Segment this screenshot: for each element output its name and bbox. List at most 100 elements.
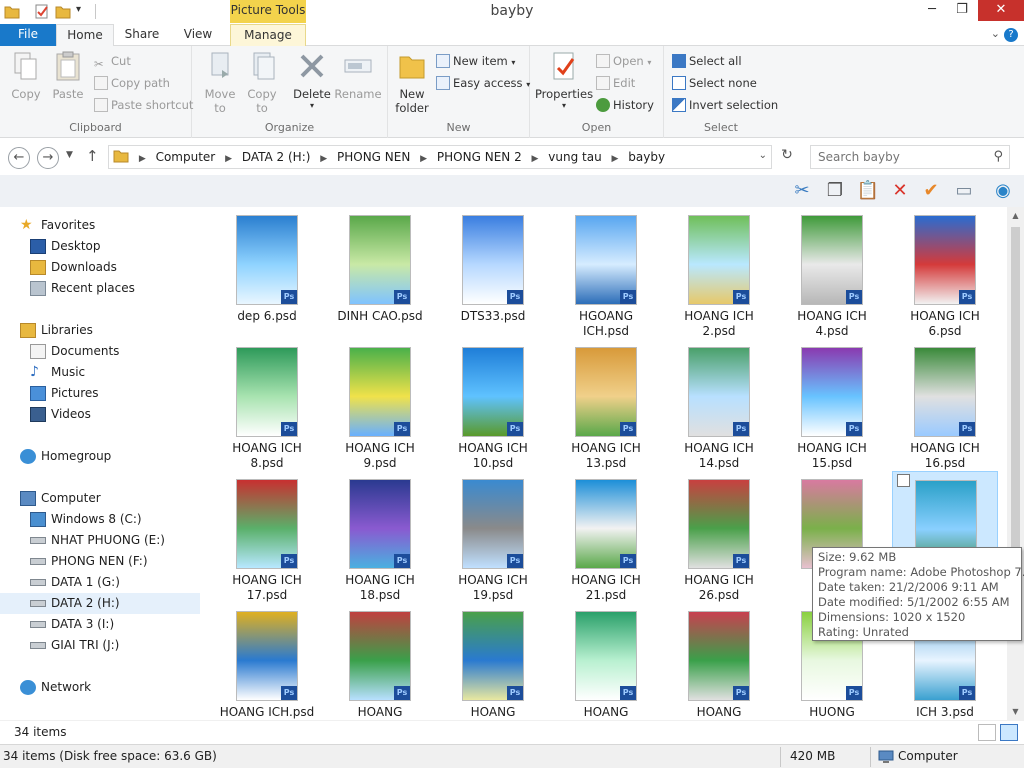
file-item[interactable]: Ps HOANG [440, 603, 546, 720]
cut-button[interactable]: ✂ Cut [94, 52, 131, 71]
up-button[interactable]: ↑ [86, 147, 99, 165]
tab-view[interactable]: View [170, 24, 226, 46]
file-item[interactable]: Ps HOANG ICH 6.psd [892, 207, 998, 338]
easy-access-button[interactable]: Easy access ▾ [436, 74, 530, 92]
file-item[interactable]: Ps HOANG ICH 10.psd [440, 339, 546, 470]
copy-to-button[interactable]: Copy to [242, 50, 282, 115]
file-item[interactable]: Ps HOANG ICH 19.psd [440, 471, 546, 602]
breadcrumb-phong-nen[interactable]: PHONG NEN [337, 146, 410, 168]
file-item[interactable]: Ps HOANG ICH 26.psd [666, 471, 772, 602]
recent-locations-icon[interactable]: ▼ [66, 150, 73, 160]
address-dropdown-icon[interactable]: ⌄ [759, 150, 767, 161]
file-item[interactable]: Ps HGOANG ICH.psd [553, 207, 659, 338]
select-all-button[interactable]: Select all [672, 52, 742, 70]
nav-desktop[interactable]: Desktop [0, 236, 200, 257]
move-to-button[interactable]: Move to [200, 50, 240, 115]
file-item[interactable]: Ps HOANG ICH 17.psd [214, 471, 320, 602]
file-item[interactable]: Ps HOANG ICH 4.psd [779, 207, 885, 338]
copy-icon[interactable]: ❐ [823, 179, 847, 203]
delete-icon[interactable]: ✕ [888, 179, 912, 203]
file-item[interactable]: Ps HOANG ICH.psd [214, 603, 320, 720]
breadcrumb-chevron-icon[interactable]: ▶ [612, 148, 619, 170]
breadcrumb-data2[interactable]: DATA 2 (H:) [242, 146, 311, 168]
tab-share[interactable]: Share [114, 24, 170, 46]
details-view-button[interactable] [978, 724, 996, 741]
tab-file[interactable]: File [0, 24, 56, 46]
open-button[interactable]: Open ▾ [596, 52, 651, 70]
paste-shortcut-button[interactable]: Paste shortcut [94, 96, 193, 114]
nav-drive-i[interactable]: DATA 3 (I:) [0, 614, 200, 635]
nav-libraries[interactable]: Libraries [0, 320, 200, 341]
nav-music[interactable]: ♪ Music [0, 362, 200, 383]
nav-documents[interactable]: Documents [0, 341, 200, 362]
large-icons-view-button[interactable] [1000, 724, 1018, 741]
history-button[interactable]: History [596, 96, 654, 114]
search-input[interactable] [818, 150, 988, 164]
invert-selection-button[interactable]: Invert selection [672, 96, 778, 114]
nav-drive-h[interactable]: DATA 2 (H:) [0, 593, 200, 614]
address-bar[interactable]: ▶ Computer ▶ DATA 2 (H:) ▶ PHONG NEN ▶ P… [108, 145, 772, 169]
back-button[interactable]: ← [8, 147, 30, 169]
file-item[interactable]: Ps HOANG ICH 9.psd [327, 339, 433, 470]
search-box[interactable]: ⚲ [810, 145, 1010, 169]
close-button[interactable]: ✕ [978, 0, 1024, 21]
rename-icon[interactable]: ▭ [952, 179, 976, 203]
file-item[interactable]: Ps HOANG [327, 603, 433, 720]
file-item[interactable]: Ps HOANG ICH 15.psd [779, 339, 885, 470]
delete-button[interactable]: Delete ▾ [290, 50, 334, 110]
nav-pictures[interactable]: Pictures [0, 383, 200, 404]
vertical-scrollbar[interactable]: ▲ ▼ [1007, 207, 1024, 720]
file-item[interactable]: Ps HOANG ICH 18.psd [327, 471, 433, 602]
nav-drive-j[interactable]: GIAI TRI (J:) [0, 635, 200, 656]
edit-button[interactable]: Edit [596, 74, 635, 92]
nav-downloads[interactable]: Downloads [0, 257, 200, 278]
breadcrumb-chevron-icon[interactable]: ▶ [532, 148, 539, 170]
breadcrumb-vung-tau[interactable]: vung tau [548, 146, 601, 168]
help-icon[interactable]: ? [1004, 28, 1018, 42]
nav-drive-f[interactable]: PHONG NEN (F:) [0, 551, 200, 572]
breadcrumb-phong-nen-2[interactable]: PHONG NEN 2 [437, 146, 522, 168]
breadcrumb-chevron-icon[interactable]: ▶ [320, 148, 327, 170]
nav-drive-c[interactable]: Windows 8 (C:) [0, 509, 200, 530]
item-checkbox[interactable] [897, 474, 910, 487]
nav-drive-e[interactable]: NHAT PHUONG (E:) [0, 530, 200, 551]
search-icon[interactable]: ⚲ [993, 149, 1003, 164]
file-item[interactable]: Ps dep 6.psd [214, 207, 320, 335]
file-item[interactable]: Ps HOANG ICH 16.psd [892, 339, 998, 470]
nav-drive-g[interactable]: DATA 1 (G:) [0, 572, 200, 593]
file-item[interactable]: Ps DTS33.psd [440, 207, 546, 335]
new-folder-button[interactable]: New folder [392, 50, 432, 115]
minimize-button[interactable]: ─ [917, 0, 947, 21]
properties-button[interactable]: Properties ▾ [534, 50, 594, 110]
new-item-button[interactable]: New item ▾ [436, 52, 515, 70]
nav-favorites[interactable]: ★ Favorites [0, 215, 200, 236]
tab-manage[interactable]: Manage [230, 24, 306, 47]
rename-button[interactable]: Rename [334, 50, 382, 101]
paste-button[interactable]: Paste [48, 50, 88, 101]
scroll-down-icon[interactable]: ▼ [1007, 703, 1024, 720]
nav-computer[interactable]: Computer [0, 488, 200, 509]
tab-home[interactable]: Home [56, 24, 114, 47]
scissors-icon[interactable]: ✂ [790, 179, 814, 203]
file-item[interactable]: Ps HOANG ICH 21.psd [553, 471, 659, 602]
clipboard-icon[interactable]: 📋 [856, 179, 880, 203]
breadcrumb-chevron-icon[interactable]: ▶ [420, 148, 427, 170]
restore-button[interactable]: ❐ [947, 0, 977, 21]
file-item[interactable]: Ps HOANG [666, 603, 772, 720]
file-item[interactable]: Ps HOANG [553, 603, 659, 720]
file-item[interactable]: Ps HOANG ICH 14.psd [666, 339, 772, 470]
select-none-button[interactable]: Select none [672, 74, 757, 92]
scroll-up-icon[interactable]: ▲ [1007, 207, 1024, 224]
breadcrumb-bayby[interactable]: bayby [628, 146, 665, 168]
nav-videos[interactable]: Videos [0, 404, 200, 425]
file-item[interactable]: Ps HOANG ICH 13.psd [553, 339, 659, 470]
expand-ribbon-icon[interactable]: ⌄ [991, 27, 1000, 40]
nav-homegroup[interactable]: Homegroup [0, 446, 200, 467]
copy-path-button[interactable]: Copy path [94, 74, 170, 92]
file-item[interactable]: Ps HOANG ICH 8.psd [214, 339, 320, 470]
file-item[interactable]: Ps DINH CAO.psd [327, 207, 433, 335]
checkmark-icon[interactable]: ✔ [919, 179, 943, 203]
breadcrumb-computer[interactable]: Computer [156, 146, 216, 168]
forward-button[interactable]: → [37, 147, 59, 169]
breadcrumb-chevron-icon[interactable]: ▶ [225, 148, 232, 170]
